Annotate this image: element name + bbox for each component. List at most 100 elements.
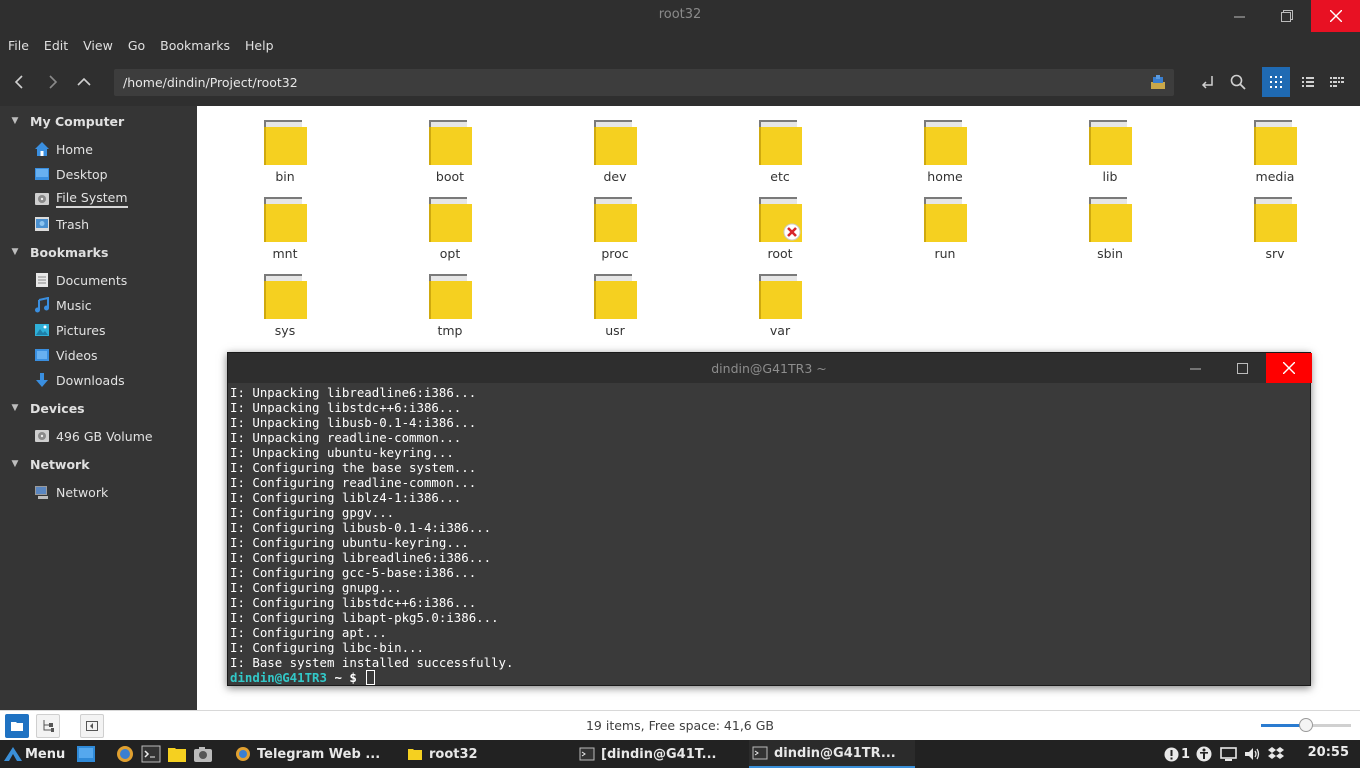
task-terminal-2[interactable]: dindin@G41TR...	[749, 740, 915, 768]
menu-view[interactable]: View	[83, 38, 113, 53]
folder-item[interactable]: run	[890, 188, 1000, 261]
terminal-close-button[interactable]	[1266, 353, 1312, 383]
sidebar-section-my-computer[interactable]: ▼ My Computer	[0, 110, 125, 132]
search-button[interactable]	[1224, 68, 1252, 96]
file-manager-launcher-icon[interactable]	[167, 744, 187, 764]
folder-item[interactable]: var	[725, 265, 835, 338]
folder-icon	[1254, 197, 1297, 242]
task-file-manager[interactable]: root32	[407, 740, 557, 768]
menu-edit[interactable]: Edit	[44, 38, 68, 53]
task-terminal-1[interactable]: [dindin@G41T...	[579, 740, 729, 768]
terminal-line: I: Configuring gpgv...	[230, 505, 395, 520]
network-wired-icon[interactable]	[1220, 746, 1237, 762]
up-button[interactable]	[70, 68, 98, 96]
folder-label: lib	[1102, 169, 1118, 184]
sidebar-section-bookmarks[interactable]: ▼ Bookmarks	[0, 241, 109, 263]
accessibility-icon[interactable]	[1196, 746, 1212, 762]
task-telegram[interactable]: Telegram Web ...	[235, 740, 385, 768]
terminal-window[interactable]: dindin@G41TR3 ~ I: Unpacking libreadline…	[227, 352, 1312, 686]
show-desktop-icon[interactable]	[76, 744, 96, 764]
list-view-button[interactable]	[1294, 67, 1322, 97]
sidebar-item-documents[interactable]: Documents	[34, 269, 127, 291]
sidebar-section-network[interactable]: ▼ Network	[0, 453, 90, 475]
chevron-left-icon	[14, 75, 23, 89]
close-button[interactable]	[1311, 0, 1360, 32]
sidebar-item-file-system[interactable]: File System	[34, 188, 128, 210]
folder-item[interactable]: sbin	[1055, 188, 1165, 261]
videos-icon	[35, 349, 49, 361]
location-bar[interactable]	[114, 69, 1174, 96]
volume-icon[interactable]	[1244, 746, 1261, 762]
terminal-line: I: Base system installed successfully.	[230, 655, 514, 670]
sidebar-item-desktop[interactable]: Desktop	[34, 163, 108, 185]
terminal-output[interactable]: I: Unpacking libreadline6:i386... I: Unpa…	[230, 385, 1308, 685]
sidebar-item-trash[interactable]: Trash	[34, 213, 89, 235]
folder-item[interactable]: boot	[395, 111, 505, 184]
folder-item[interactable]: srv	[1220, 188, 1330, 261]
sidebar-item-home[interactable]: Home	[34, 138, 93, 160]
zoom-slider[interactable]	[1261, 718, 1351, 732]
zoom-slider-handle[interactable]	[1299, 718, 1313, 732]
folder-item[interactable]: bin	[230, 111, 340, 184]
menu-help[interactable]: Help	[245, 38, 274, 53]
compact-view-button[interactable]	[1323, 67, 1351, 97]
folder-icon	[759, 197, 802, 242]
downloads-icon	[36, 373, 48, 387]
menu-go[interactable]: Go	[128, 38, 145, 53]
folder-label: root	[767, 246, 793, 261]
terminal-minimize-button[interactable]	[1172, 353, 1218, 383]
terminal-titlebar[interactable]: dindin@G41TR3 ~	[228, 353, 1312, 383]
terminal-line: I: Configuring readline-common...	[230, 475, 477, 490]
sidebar-item-network[interactable]: Network	[34, 481, 108, 503]
sidebar-item-music[interactable]: Music	[34, 294, 92, 316]
dropbox-icon[interactable]	[1268, 746, 1285, 762]
back-button[interactable]	[5, 68, 33, 96]
toggle-location-button[interactable]	[1193, 68, 1221, 96]
browser-icon[interactable]	[115, 744, 135, 764]
terminal-line: I: Configuring libusb-0.1-4:i386...	[230, 520, 492, 535]
folder-item[interactable]: lib	[1055, 111, 1165, 184]
terminal-title: dindin@G41TR3 ~	[711, 361, 827, 376]
minimize-button[interactable]	[1216, 0, 1263, 32]
terminal-prompt[interactable]: dindin@G41TR3 ~ $	[230, 670, 1308, 685]
folder-item[interactable]: etc	[725, 111, 835, 184]
location-input[interactable]	[114, 69, 1134, 96]
folder-item[interactable]: dev	[560, 111, 670, 184]
folder-label: etc	[770, 169, 790, 184]
forward-button[interactable]	[39, 68, 67, 96]
icon-view-button[interactable]	[1262, 67, 1290, 97]
folder-label: run	[934, 246, 956, 261]
folder-label: tmp	[437, 323, 463, 338]
restore-button[interactable]	[1263, 0, 1310, 32]
sidebar-item-downloads[interactable]: Downloads	[34, 369, 125, 391]
drive-icon	[35, 430, 49, 442]
folder-item[interactable]: mnt	[230, 188, 340, 261]
folder-item[interactable]: opt	[395, 188, 505, 261]
folder-item[interactable]: tmp	[395, 265, 505, 338]
sidebar-item-volume[interactable]: 496 GB Volume	[34, 425, 153, 447]
desktop-icon	[35, 168, 49, 180]
close-icon	[1283, 362, 1295, 374]
screenshot-launcher-icon[interactable]	[193, 744, 213, 764]
start-menu-button[interactable]: Menu	[3, 744, 65, 764]
terminal-maximize-button[interactable]	[1219, 353, 1265, 383]
menu-file[interactable]: File	[8, 38, 29, 53]
terminal-launcher-icon[interactable]	[141, 744, 161, 764]
folder-item[interactable]: sys	[230, 265, 340, 338]
folder-item[interactable]: usr	[560, 265, 670, 338]
folder-icon	[759, 120, 802, 165]
folder-item[interactable]: proc	[560, 188, 670, 261]
folder-item[interactable]: home	[890, 111, 1000, 184]
folder-item[interactable]: root	[725, 188, 835, 261]
folder-label: bin	[275, 169, 295, 184]
folder-label: opt	[439, 246, 461, 261]
sidebar-section-devices[interactable]: ▼ Devices	[0, 397, 85, 419]
folder-item[interactable]: media	[1220, 111, 1330, 184]
sidebar-item-pictures[interactable]: Pictures	[34, 319, 106, 341]
notifications-tray[interactable]: 1	[1164, 746, 1190, 762]
menu-bookmarks[interactable]: Bookmarks	[160, 38, 230, 53]
trash-icon	[35, 217, 49, 231]
prompt-symbol: ~ $	[326, 670, 365, 685]
sidebar-item-videos[interactable]: Videos	[34, 344, 98, 366]
window-titlebar[interactable]: root32	[0, 0, 1360, 32]
